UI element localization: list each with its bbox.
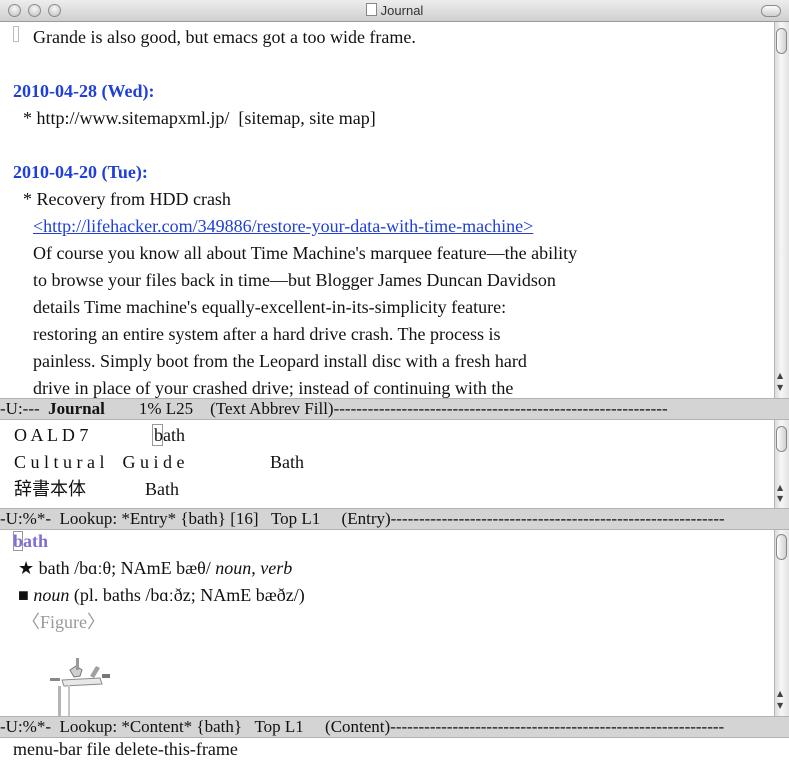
window-title: Journal [0,3,789,18]
figure-label: 〈Figure〉 [22,612,105,632]
modeline-info: 1% L25 (Text Abbrev Fill)---------------… [104,399,668,418]
entry-headword[interactable]: Bath [145,476,179,503]
entry-scrollbar[interactable]: ▲ ▼ [774,420,789,508]
journal-date-heading: 2010-04-20 (Tue): [13,162,148,182]
scroll-down-arrow-icon[interactable]: ▼ [777,702,783,710]
pronunciation-line: ★ bath /bɑːθ; NAmE bæθ/ noun, verb [18,555,292,582]
entry-headword[interactable]: bath [154,422,185,449]
echo-area[interactable]: menu-bar file delete-this-frame [0,738,789,761]
content-modeline: -U:%*- Lookup: *Content* {bath} Top L1 (… [0,716,789,738]
journal-date-heading: 2010-04-28 (Wed): [13,81,155,101]
journal-line: Grande is also good, but emacs got a too… [33,27,416,47]
journal-line: * Recovery from HDD crash [23,189,231,209]
content-scrollbar[interactable]: ▲ ▼ [774,530,789,716]
content-window[interactable]: bath ★ bath /bɑːθ; NAmE bæθ/ noun, verb … [0,530,774,716]
document-icon [365,3,377,16]
scroll-down-arrow-icon[interactable]: ▼ [777,495,783,503]
entry-modeline: -U:%*- Lookup: *Entry* {bath} [16] Top L… [0,508,789,530]
modeline-info: -U:%*- Lookup: *Entry* {bath} [16] Top L… [0,509,725,528]
entry-dictionary-name: 辞書本体 [14,479,86,499]
star-icon: ★ [18,558,35,578]
scroll-up-arrow-icon[interactable]: ▲ [777,484,783,492]
echo-area-text: menu-bar file delete-this-frame [13,739,238,759]
sense-line: ■ noun (pl. baths /bɑːðz; NAmE bæðz/) [18,582,305,609]
journal-line: to browse your files back in time—but Bl… [33,270,556,290]
content-scroll-thumb[interactable] [776,534,787,560]
journal-modeline: -U:--- Journal 1% L25 (Text Abbrev Fill)… [0,398,789,420]
entry-scroll-thumb[interactable] [776,426,787,452]
modeline-info: -U:%*- Lookup: *Content* {bath} Top L1 (… [0,717,725,736]
pronunciation-text: bath /bɑːθ; NAmE bæθ/ [34,558,216,578]
scroll-down-arrow-icon[interactable]: ▼ [777,384,783,392]
window-title-text: Journal [380,3,424,18]
square-bullet-icon: ■ [18,585,29,605]
entry-dictionary-name: O A L D 7 [14,425,89,445]
entry-dictionary-name: C u l t u r a l G u i d e [14,452,185,472]
scroll-up-arrow-icon[interactable]: ▲ [777,372,783,380]
entry-headword[interactable]: Bath [270,449,304,476]
journal-line: drive in place of your crashed drive; in… [33,378,514,398]
modeline-buffer-name: Journal [48,399,105,418]
headword: bath [13,531,49,551]
journal-line: * http://www.sitemapxml.jp/ [sitemap, si… [23,108,376,128]
journal-line: painless. Simply boot from the Leopard i… [33,351,527,371]
scroll-up-arrow-icon[interactable]: ▲ [777,690,783,698]
plural-info: (pl. baths /bɑːðz; NAmE bæðz/) [69,585,305,605]
part-of-speech: noun, verb [215,558,293,578]
entry-window[interactable]: O A L D 7 bath C u l t u r a l G u i d e Ba… [0,420,774,508]
journal-scroll-thumb[interactable] [776,28,787,54]
journal-line: Of course you know all about Time Machin… [33,243,578,263]
title-bar: Journal [0,0,789,22]
journal-line: restoring an entire system after a hard … [33,324,501,344]
fringe-indicator [13,26,19,42]
sense-pos: noun [33,585,70,605]
toolbar-toggle-button[interactable] [761,5,781,17]
journal-window[interactable]: Grande is also good, but emacs got a too… [0,22,774,398]
journal-line: details Time machine's equally-excellent… [33,297,507,317]
bath-figure-image [50,658,110,716]
journal-scrollbar[interactable]: ▲ ▼ [774,22,789,398]
modeline-status: -U:--- [0,399,49,418]
journal-link[interactable]: <http://lifehacker.com/349886/restore-yo… [33,213,533,240]
